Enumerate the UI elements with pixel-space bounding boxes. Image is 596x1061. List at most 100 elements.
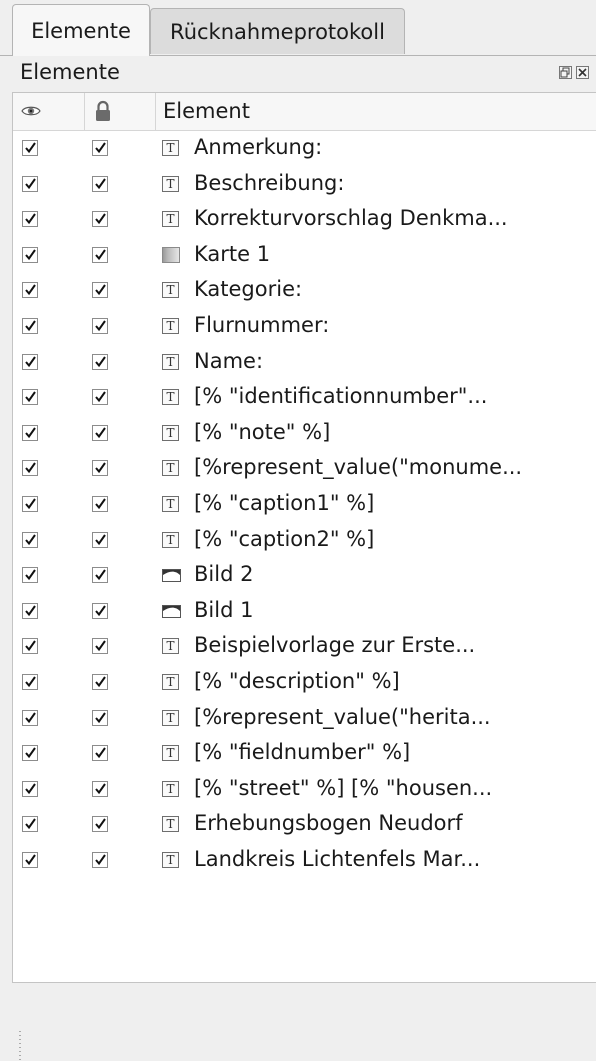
dock-title-bar: Elemente [0,56,596,92]
visible-checkbox[interactable] [22,317,38,334]
list-item[interactable]: T Anmerkung: [13,131,596,167]
visible-checkbox[interactable] [22,211,38,228]
element-label: Karte 1 [194,241,271,266]
list-item[interactable]: T Beispielvorlage zur Erste... [13,629,596,665]
lock-checkbox[interactable] [92,424,108,441]
visible-checkbox[interactable] [22,175,38,192]
column-element[interactable]: Element [156,93,596,130]
visible-checkbox[interactable] [22,140,38,156]
visible-checkbox[interactable] [22,424,38,441]
lock-checkbox[interactable] [92,460,108,477]
visible-checkbox[interactable] [22,460,38,477]
element-label: [% "caption2" %] [194,526,375,551]
visible-checkbox[interactable] [22,282,38,299]
visible-checkbox[interactable] [22,353,38,370]
list-item[interactable]: T [%represent_value("herita... [13,701,596,737]
list-item[interactable]: T [% "fieldnumber" %] [13,736,596,772]
text-icon: T [162,175,179,192]
lock-icon [96,100,110,121]
lock-checkbox[interactable] [92,140,108,156]
element-label: [% "description" %] [194,668,400,693]
visible-checkbox[interactable] [22,745,38,762]
lock-checkbox[interactable] [92,851,108,868]
list-item[interactable]: T [% "street" %] [% "housen... [13,772,596,808]
lock-checkbox[interactable] [92,389,108,406]
lock-checkbox[interactable] [92,673,108,690]
resize-grip[interactable] [19,1031,21,1061]
text-icon: T [162,353,179,370]
visible-checkbox[interactable] [22,851,38,868]
lock-checkbox[interactable] [92,745,108,762]
element-list: T Anmerkung: T Beschreibung: T Korrekturvorsc… [13,131,596,878]
lock-checkbox[interactable] [92,638,108,655]
visible-checkbox[interactable] [22,495,38,512]
lock-checkbox[interactable] [92,780,108,797]
float-icon[interactable] [559,66,572,79]
text-icon: T [162,460,179,477]
text-icon: T [162,816,179,833]
lock-checkbox[interactable] [92,353,108,370]
lock-checkbox[interactable] [92,211,108,228]
list-item[interactable]: T Kategorie: [13,273,596,309]
column-visibility[interactable] [13,93,85,130]
visible-checkbox[interactable] [22,567,38,584]
list-item[interactable]: T [%represent_value("monume... [13,451,596,487]
lock-checkbox[interactable] [92,531,108,548]
visible-checkbox[interactable] [22,673,38,690]
visible-checkbox[interactable] [22,531,38,548]
text-icon: T [162,851,179,868]
text-icon: T [162,211,179,228]
element-label: [%represent_value("monume... [194,455,523,480]
picture-icon [162,568,181,583]
lock-checkbox[interactable] [92,602,108,619]
list-item[interactable]: Karte 1 [13,238,596,274]
lock-checkbox[interactable] [92,317,108,334]
visible-checkbox[interactable] [22,638,38,655]
lock-checkbox[interactable] [92,709,108,726]
list-item[interactable]: T [% "caption1" %] [13,487,596,523]
visible-checkbox[interactable] [22,709,38,726]
tab-elemente[interactable]: Elemente [12,4,150,56]
visible-checkbox[interactable] [22,246,38,263]
tab-bar: Rücknahmeprotokoll Elemente [0,0,596,56]
element-label: Flurnummer: [194,312,330,337]
list-item[interactable]: T [% "note" %] [13,416,596,452]
list-item[interactable]: T Korrekturvorschlag Denkma... [13,202,596,238]
lock-checkbox[interactable] [92,567,108,584]
list-item[interactable]: T Name: [13,345,596,381]
element-label: Bild 2 [194,562,254,587]
text-icon: T [162,317,179,334]
element-label: [% "caption1" %] [194,490,375,515]
list-item[interactable]: T [% "description" %] [13,665,596,701]
list-item[interactable]: T [% "identificationnumber"... [13,380,596,416]
element-label: [%represent_value("herita... [194,704,491,729]
lock-checkbox[interactable] [92,175,108,192]
lock-checkbox[interactable] [92,246,108,263]
list-item[interactable]: T Landkreis Lichtenfels Mar... [13,843,596,879]
visible-checkbox[interactable] [22,780,38,797]
tab-ruecknahmeprotokoll[interactable]: Rücknahmeprotokoll [150,8,405,54]
column-lock[interactable] [85,93,156,130]
element-label: Bild 1 [194,597,254,622]
map-icon [162,246,180,263]
lock-checkbox[interactable] [92,282,108,299]
text-icon: T [162,282,179,299]
close-icon[interactable] [576,66,589,79]
list-item[interactable]: Bild 1 [13,594,596,630]
element-label: Korrekturvorschlag Denkma... [194,206,508,231]
list-item[interactable]: T Flurnummer: [13,309,596,345]
element-label: [% "note" %] [194,419,331,444]
visible-checkbox[interactable] [22,816,38,833]
list-item[interactable]: T Beschreibung: [13,167,596,203]
list-item[interactable]: T [% "caption2" %] [13,523,596,559]
lock-checkbox[interactable] [92,495,108,512]
text-icon: T [162,673,179,690]
dock-title: Elemente [20,60,120,84]
lock-checkbox[interactable] [92,816,108,833]
table-header: Element [13,93,596,131]
list-item[interactable]: T Erhebungsbogen Neudorf [13,807,596,843]
visible-checkbox[interactable] [22,602,38,619]
element-label: [% "identificationnumber"... [194,384,488,409]
visible-checkbox[interactable] [22,389,38,406]
list-item[interactable]: Bild 2 [13,558,596,594]
